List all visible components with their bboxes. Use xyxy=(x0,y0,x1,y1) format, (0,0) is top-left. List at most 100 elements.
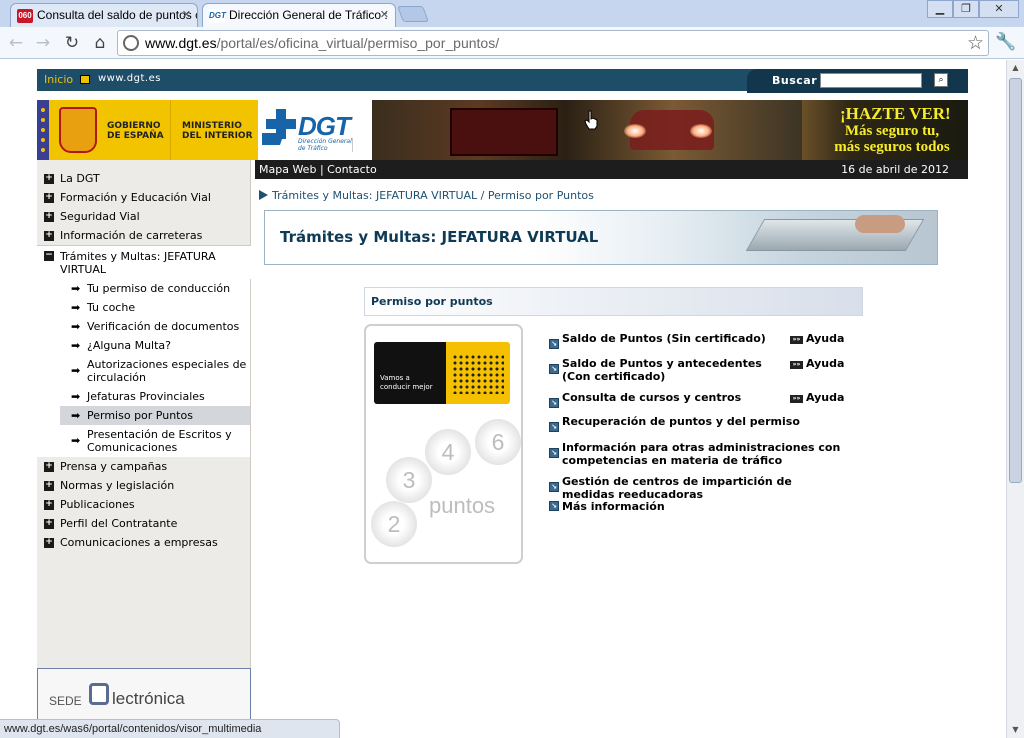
scroll-thumb[interactable] xyxy=(1009,78,1022,483)
sidebar-item-prensa[interactable]: + Prensa y campañas xyxy=(37,457,251,476)
help-icon: »» xyxy=(790,395,803,403)
plus-icon: + xyxy=(44,537,54,548)
hand-cursor-icon xyxy=(584,110,598,130)
plus-icon: + xyxy=(44,173,54,184)
sidebar-item-perfil-contratante[interactable]: + Perfil del Contratante xyxy=(37,514,251,533)
scroll-up-icon[interactable]: ▲ xyxy=(1007,60,1024,76)
link-gestion-centros[interactable]: ↘ Gestión de centros de impartición de m… xyxy=(548,475,858,501)
tab-title: Consulta del saldo de puntos c xyxy=(37,8,198,22)
minimize-button[interactable]: ▁ xyxy=(927,0,953,18)
breadcrumb-tramites-link[interactable]: Trámites y Multas: JEFATURA VIRTUAL xyxy=(272,189,477,202)
sidebar-menu: + La DGT + Formación y Educación Vial + Seg… xyxy=(37,169,251,552)
plus-icon: + xyxy=(44,518,54,529)
hazte-ver-ad[interactable]: ¡HAZTE VER! Más seguro tu, más seguros to… xyxy=(802,100,968,160)
minus-icon: − xyxy=(44,250,54,261)
sidebar-item-formacion[interactable]: + Formación y Educación Vial xyxy=(37,188,251,207)
search-icon[interactable]: ⌕ xyxy=(934,73,948,87)
tab-consulta-saldo[interactable]: 060 Consulta del saldo de puntos c ✕ xyxy=(10,3,198,27)
sidebar-item-la-dgt[interactable]: + La DGT xyxy=(37,169,251,188)
link-saldo-sin-certificado[interactable]: ↘ Saldo de Puntos (Sin certificado) »» Ay… xyxy=(548,332,858,349)
eu-stripe xyxy=(37,100,49,160)
gobierno-logo[interactable]: GOBIERNO DE ESPAÑA MINISTERIO DEL INTERIOR xyxy=(37,100,258,160)
plus-icon: + xyxy=(44,480,54,491)
arrow-right-icon: ➡ xyxy=(71,364,81,377)
sidebar-item-seguridad-vial[interactable]: + Seguridad Vial xyxy=(37,207,251,226)
arrow-right-icon: ➡ xyxy=(71,301,81,314)
link-arrow-icon: ↘ xyxy=(549,364,559,374)
top-bar: Inicio www.dgt.es Buscar ⌕ xyxy=(37,69,968,93)
tab-close-icon[interactable]: ✕ xyxy=(380,8,389,21)
subitem-verificacion[interactable]: ➡ Verificación de documentos xyxy=(37,317,250,336)
ayuda-link[interactable]: »» Ayuda xyxy=(790,332,844,345)
sidebar-item-normas[interactable]: + Normas y legislación xyxy=(37,476,251,495)
subitem-tu-coche[interactable]: ➡ Tu coche xyxy=(37,298,250,317)
scroll-down-icon[interactable]: ▼ xyxy=(1007,722,1024,738)
ministerio-text: MINISTERIO DEL INTERIOR xyxy=(182,121,253,141)
link-arrow-icon: ↘ xyxy=(549,448,559,458)
link-arrow-icon: ↘ xyxy=(549,422,559,432)
tab-close-icon[interactable]: ✕ xyxy=(182,8,191,21)
plus-icon: + xyxy=(44,211,54,222)
sidebar-item-tramites[interactable]: − Trámites y Multas: JEFATURA VIRTUAL xyxy=(37,245,251,279)
home-icon[interactable]: ⌂ xyxy=(89,32,111,54)
section-banner: Trámites y Multas: JEFATURA VIRTUAL xyxy=(264,210,938,265)
tab-strip: 060 Consulta del saldo de puntos c ✕ DGT… xyxy=(0,0,1024,27)
ayuda-link[interactable]: »» Ayuda xyxy=(790,391,844,404)
mapa-web-link[interactable]: Mapa Web xyxy=(259,163,316,176)
help-icon: »» xyxy=(790,336,803,344)
back-arrow-icon[interactable]: ← xyxy=(5,32,27,54)
sidebar-submenu: ➡ Tu permiso de conducción ➡ Tu coche ➡ Ver… xyxy=(37,279,251,457)
maximize-button[interactable]: ❐ xyxy=(953,0,979,18)
wrench-icon[interactable]: 🔧 xyxy=(995,32,1016,52)
arrow-right-icon: ➡ xyxy=(71,282,81,295)
link-consulta-cursos[interactable]: ↘ Consulta de cursos y centros »» Ayuda xyxy=(548,391,858,408)
arrow-right-icon: ➡ xyxy=(71,434,81,447)
dgt-logo[interactable]: DGT Dirección General de Tráfico xyxy=(258,100,372,160)
arrow-right-icon: ➡ xyxy=(71,339,81,352)
current-date: 16 de abril de 2012 xyxy=(841,163,949,176)
link-recuperacion-puntos[interactable]: ↘ Recuperación de puntos y del permiso xyxy=(548,415,858,432)
vertical-scrollbar[interactable]: ▲ ▼ xyxy=(1006,60,1024,738)
subitem-jefaturas[interactable]: ➡ Jefaturas Provinciales xyxy=(37,387,250,406)
section-title: Trámites y Multas: JEFATURA VIRTUAL xyxy=(280,228,599,246)
subitem-alguna-multa[interactable]: ➡ ¿Alguna Multa? xyxy=(37,336,250,355)
sidebar-item-comunicaciones-empresas[interactable]: + Comunicaciones a empresas xyxy=(37,533,251,552)
contacto-link[interactable]: Contacto xyxy=(327,163,377,176)
sidebar-item-carreteras[interactable]: + Información de carreteras xyxy=(37,226,251,245)
coat-of-arms-icon xyxy=(59,107,97,153)
sidebar-item-publicaciones[interactable]: + Publicaciones xyxy=(37,495,251,514)
home-square-icon xyxy=(80,75,90,84)
subitem-presentacion-escritos[interactable]: ➡ Presentación de Escritos y Comunicacion… xyxy=(37,425,250,457)
reload-icon[interactable]: ↻ xyxy=(61,32,83,54)
panel-title: Permiso por puntos xyxy=(371,295,493,308)
globe-icon xyxy=(123,35,139,51)
subitem-permiso-conduccion[interactable]: ➡ Tu permiso de conducción xyxy=(37,279,250,298)
subitem-autorizaciones[interactable]: ➡ Autorizaciones especiales de circulació… xyxy=(37,355,250,387)
link-informacion-administraciones[interactable]: ↘ Información para otras administracione… xyxy=(548,441,858,467)
plus-icon: + xyxy=(44,230,54,241)
close-window-button[interactable]: ✕ xyxy=(979,0,1019,18)
arrow-right-icon: ➡ xyxy=(71,390,81,403)
address-bar[interactable]: www.dgt.es/portal/es/oficina_virtual/per… xyxy=(117,30,989,56)
inicio-link[interactable]: Inicio xyxy=(44,73,73,86)
link-saldo-con-certificado[interactable]: ↘ Saldo de Puntos y antecedentes (Con ce… xyxy=(548,357,858,383)
search-input[interactable] xyxy=(820,73,922,88)
link-mas-informacion[interactable]: ↘ Más información xyxy=(548,500,858,513)
favicon-060-icon: 060 xyxy=(17,9,33,23)
dgt-page: Inicio www.dgt.es Buscar ⌕ GOBIERNO DE ES… xyxy=(37,69,968,738)
permiso-puntos-card: Vamos a conducir mejor 2 3 4 6 puntos xyxy=(364,324,523,564)
sede-electronica-banner[interactable]: SEDE lectrónica xyxy=(37,668,251,726)
number-6-circle: 6 xyxy=(475,419,521,465)
forward-arrow-icon[interactable]: → xyxy=(32,32,54,54)
star-icon[interactable]: ☆ xyxy=(967,32,984,54)
tab-dgt[interactable]: DGT Dirección General de Tráfico : ✕ xyxy=(202,3,396,27)
subitem-permiso-puntos[interactable]: ➡ Permiso por Puntos xyxy=(60,406,250,425)
sidebar: + La DGT + Formación y Educación Vial + Seg… xyxy=(37,160,251,738)
favicon-dgt-icon: DGT xyxy=(209,9,226,23)
site-link[interactable]: www.dgt.es xyxy=(98,73,161,84)
ayuda-link[interactable]: »» Ayuda xyxy=(790,357,844,370)
panel-header: Permiso por puntos xyxy=(364,287,863,316)
new-tab-button[interactable] xyxy=(397,6,429,22)
breadcrumb-arrow-icon xyxy=(259,190,268,200)
breadcrumb-current[interactable]: Permiso por Puntos xyxy=(488,189,594,202)
